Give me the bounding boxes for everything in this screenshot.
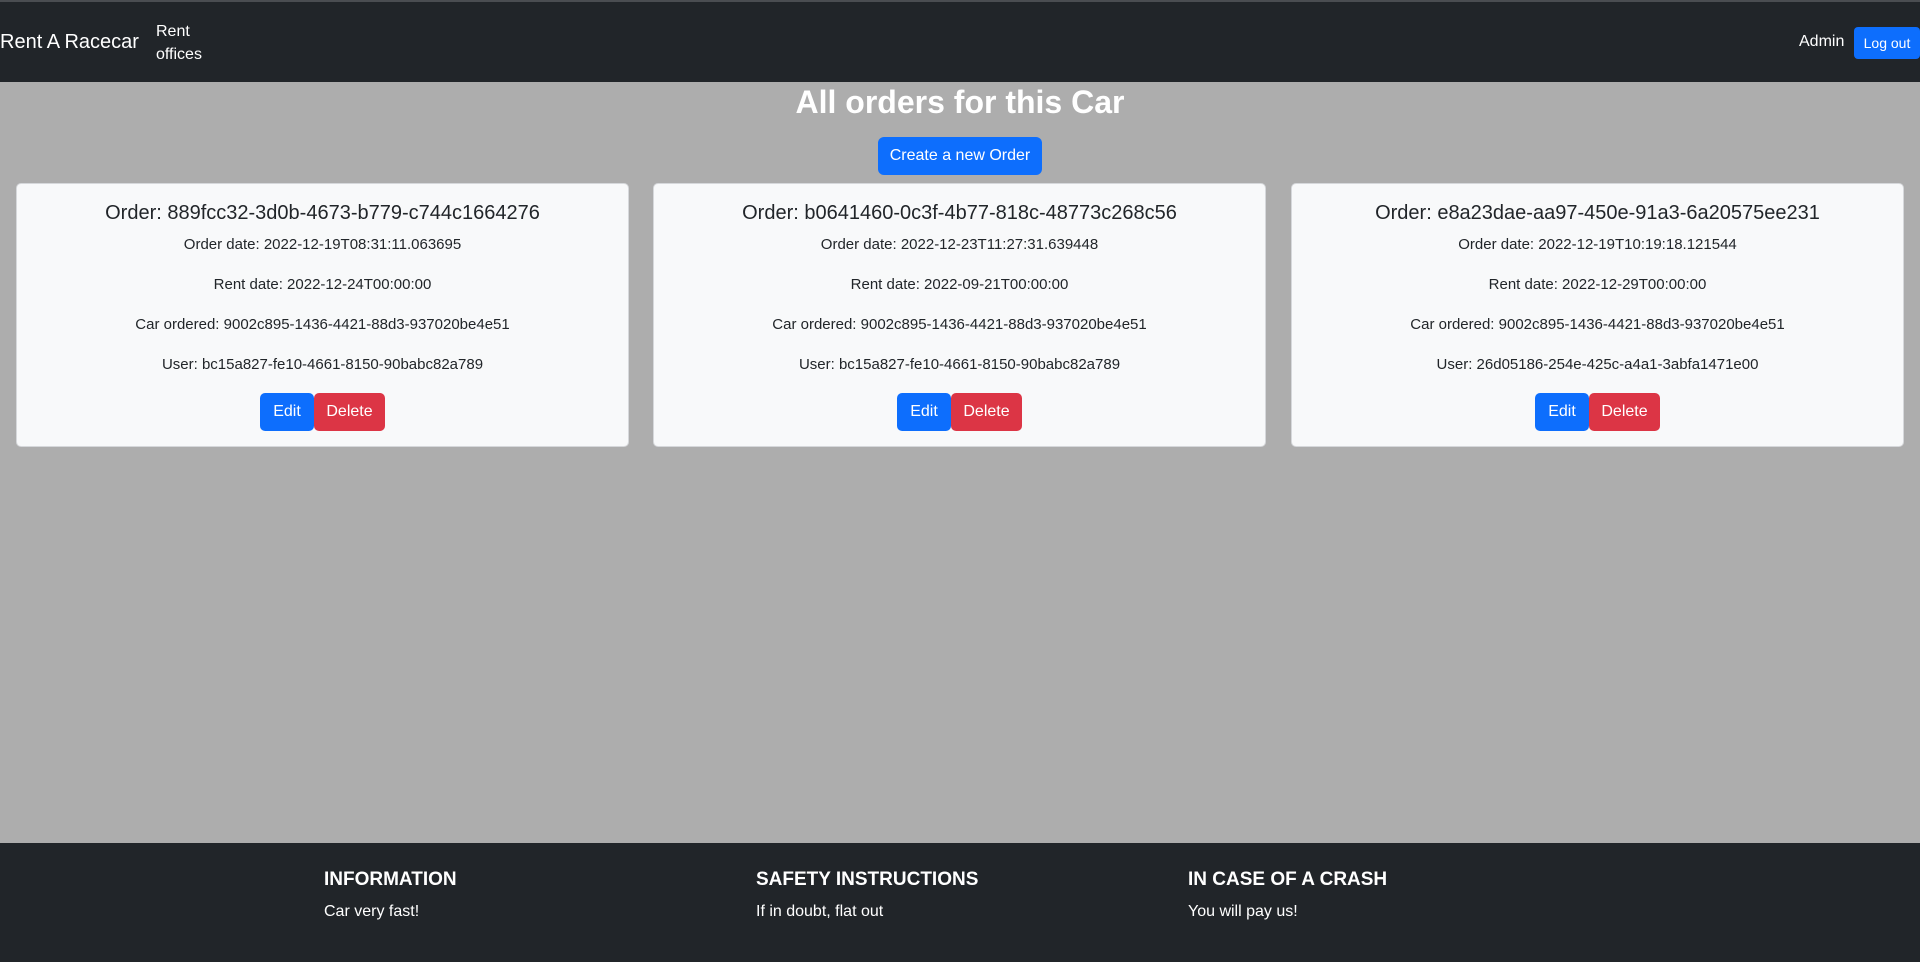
footer-column-crash: IN CASE OF A CRASH You will pay us! — [1188, 869, 1387, 921]
order-card: Order: b0641460-0c3f-4b77-818c-48773c268… — [653, 183, 1266, 447]
order-card: Order: e8a23dae-aa97-450e-91a3-6a20575ee… — [1291, 183, 1904, 447]
delete-button[interactable]: Delete — [951, 393, 1022, 431]
page-title: All orders for this Car — [795, 84, 1125, 120]
car-ordered: Car ordered: 9002c895-1436-4421-88d3-937… — [772, 316, 1147, 333]
car-ordered: Car ordered: 9002c895-1436-4421-88d3-937… — [135, 316, 510, 333]
order-user: User: bc15a827-fe10-4661-8150-90babc82a7… — [798, 356, 1121, 373]
rent-date: Rent date: 2022-12-29T00:00:00 — [1488, 276, 1707, 293]
create-order-button[interactable]: Create a new Order — [878, 137, 1042, 175]
order-user: User: 26d05186-254e-425c-a4a1-3abfa1471e… — [1436, 356, 1759, 373]
order-title: Order: b0641460-0c3f-4b77-818c-48773c268… — [742, 202, 1177, 224]
logout-button[interactable]: Log out — [1854, 27, 1920, 59]
orders-grid: Order: 889fcc32-3d0b-4673-b779-c744c1664… — [0, 183, 1920, 447]
edit-button[interactable]: Edit — [1535, 393, 1589, 431]
user-name: Admin — [1799, 33, 1845, 50]
car-ordered: Car ordered: 9002c895-1436-4421-88d3-937… — [1410, 316, 1785, 333]
footer-text: You will pay us! — [1188, 903, 1298, 920]
footer: INFORMATION Car very fast! SAFETY INSTRU… — [0, 843, 1920, 962]
order-date: Order date: 2022-12-23T11:27:31.639448 — [820, 236, 1099, 253]
order-date: Order date: 2022-12-19T10:19:18.121544 — [1458, 236, 1737, 253]
order-actions: Edit Delete — [1292, 393, 1903, 431]
footer-column-information: INFORMATION Car very fast! — [324, 869, 457, 921]
brand-link[interactable]: Rent A Racecar — [0, 31, 139, 54]
order-title: Order: e8a23dae-aa97-450e-91a3-6a20575ee… — [1375, 202, 1820, 224]
edit-button[interactable]: Edit — [260, 393, 314, 431]
order-title: Order: 889fcc32-3d0b-4673-b779-c744c1664… — [105, 202, 540, 224]
order-user: User: bc15a827-fe10-4661-8150-90babc82a7… — [161, 356, 484, 373]
footer-heading: IN CASE OF A CRASH — [1188, 869, 1388, 890]
footer-heading: SAFETY INSTRUCTIONS — [756, 869, 979, 890]
edit-button[interactable]: Edit — [897, 393, 951, 431]
order-actions: Edit Delete — [654, 393, 1265, 431]
order-actions: Edit Delete — [17, 393, 628, 431]
order-card: Order: 889fcc32-3d0b-4673-b779-c744c1664… — [16, 183, 629, 447]
footer-text: If in doubt, flat out — [756, 903, 884, 920]
delete-button[interactable]: Delete — [314, 393, 385, 431]
footer-heading: INFORMATION — [324, 869, 457, 890]
rent-date: Rent date: 2022-09-21T00:00:00 — [850, 276, 1069, 293]
delete-button[interactable]: Delete — [1589, 393, 1660, 431]
rent-date: Rent date: 2022-12-24T00:00:00 — [213, 276, 432, 293]
footer-column-safety: SAFETY INSTRUCTIONS If in doubt, flat ou… — [756, 869, 978, 921]
order-date: Order date: 2022-12-19T08:31:11.063695 — [183, 236, 462, 253]
navbar: Rent A Racecar Rent offices Admin Log ou… — [0, 2, 1920, 82]
footer-text: Car very fast! — [324, 903, 420, 920]
nav-link-rent-offices[interactable]: Rent offices — [156, 20, 216, 66]
